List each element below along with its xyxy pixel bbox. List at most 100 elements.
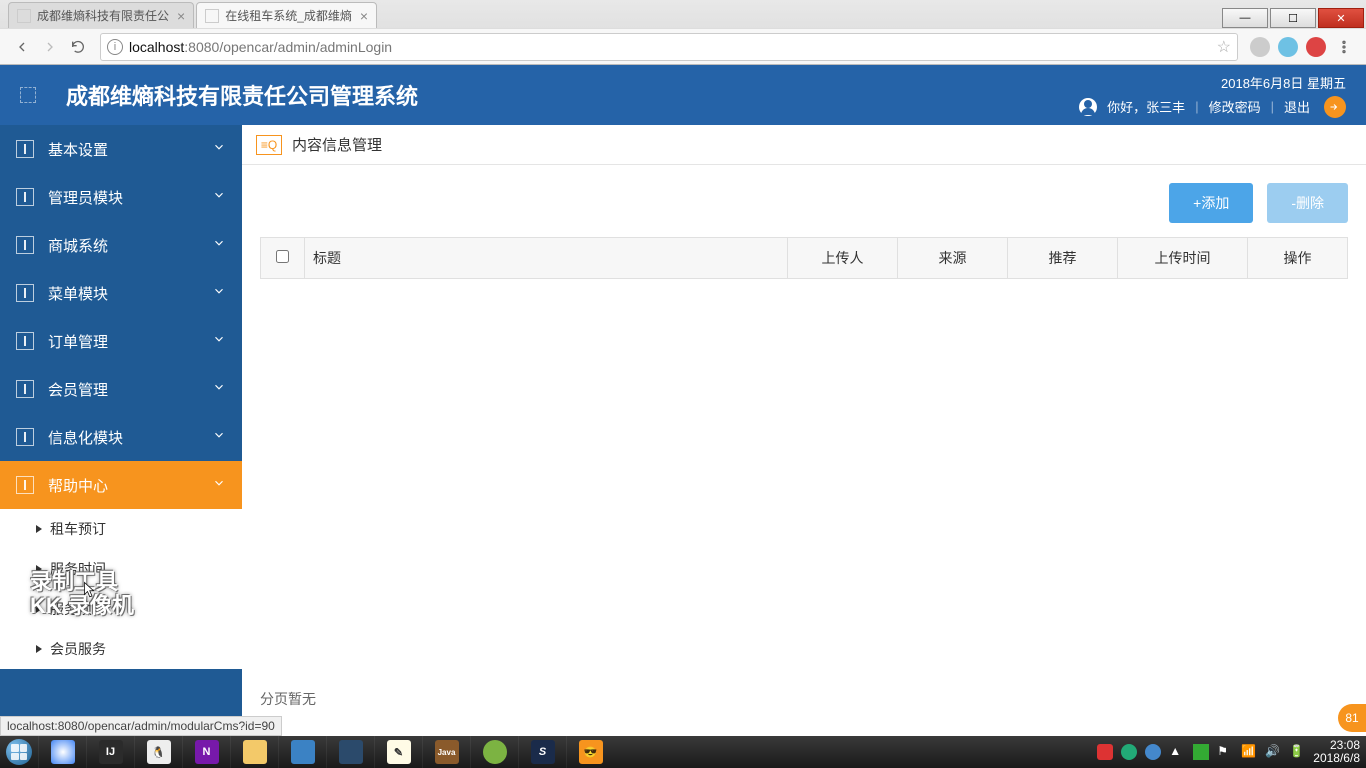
status-link: localhost:8080/opencar/admin/modularCms?… xyxy=(0,716,282,736)
chevron-down-icon xyxy=(212,476,226,494)
window-controls: — ☐ ✕ xyxy=(1222,6,1366,28)
extension-icon-3[interactable] xyxy=(1306,37,1326,57)
extension-icon-2[interactable] xyxy=(1278,37,1298,57)
action-row: +添加 -删除 xyxy=(260,183,1348,223)
select-all-checkbox[interactable] xyxy=(276,250,289,263)
info-icon[interactable]: i xyxy=(107,39,123,55)
breadcrumb-bar: ≡Q 内容信息管理 xyxy=(242,125,1366,165)
chevron-down-icon xyxy=(212,284,226,302)
tab-bar: 成都维熵科技有限责任公 × 在线租车系统_成都维熵 × — ☐ ✕ xyxy=(0,0,1366,28)
col-title: 标题 xyxy=(305,238,788,279)
back-button[interactable] xyxy=(10,35,34,59)
triangle-icon xyxy=(36,525,42,533)
menu-button[interactable] xyxy=(1332,35,1356,59)
browser-chrome: 成都维熵科技有限责任公 × 在线租车系统_成都维熵 × — ☐ ✕ i loca… xyxy=(0,0,1366,65)
logout-icon[interactable] xyxy=(1324,96,1346,118)
taskbar-app-orange[interactable]: 😎 xyxy=(566,736,614,768)
maximize-button[interactable]: ☐ xyxy=(1270,8,1316,28)
tray-network-icon[interactable]: 📶 xyxy=(1241,744,1257,760)
url-bar[interactable]: i localhost:8080/opencar/admin/adminLogi… xyxy=(100,33,1238,61)
bookmark-icon[interactable]: ☆ xyxy=(1217,37,1231,57)
forward-button[interactable] xyxy=(38,35,62,59)
logout-link[interactable]: 退出 xyxy=(1284,97,1310,116)
url-host: localhost xyxy=(129,39,184,55)
sidebar-item-mall-system[interactable]: 商城系统 xyxy=(0,221,242,269)
add-button[interactable]: +添加 xyxy=(1169,183,1253,223)
delete-button[interactable]: -删除 xyxy=(1267,183,1348,223)
chevron-down-icon xyxy=(212,380,226,398)
tray-icon[interactable] xyxy=(1097,744,1113,760)
sidebar-item-help-center[interactable]: 帮助中心 xyxy=(0,461,242,509)
taskbar-app-green[interactable] xyxy=(470,736,518,768)
sidebar-item-admin-module[interactable]: 管理员模块 xyxy=(0,173,242,221)
taskbar-app-explorer[interactable] xyxy=(230,736,278,768)
tray-icon[interactable] xyxy=(1145,744,1161,760)
greeting-text: 你好，张三丰 xyxy=(1107,97,1185,116)
subitem-service-items[interactable]: 服务项目 xyxy=(0,589,242,629)
taskbar-app-chrome[interactable] xyxy=(38,736,86,768)
sidebar-item-menu-module[interactable]: 菜单模块 xyxy=(0,269,242,317)
content-inner: +添加 -删除 标题 上传人 来源 推荐 上传时间 操作 分页暂无 xyxy=(242,165,1366,737)
tray-volume-icon[interactable]: 🔊 xyxy=(1265,744,1281,760)
sidebar-label: 基本设置 xyxy=(48,139,108,160)
taskbar-app-onenote[interactable]: N xyxy=(182,736,230,768)
subitem-label: 租车预订 xyxy=(50,519,106,539)
sidebar-label: 帮助中心 xyxy=(48,475,108,496)
reload-button[interactable] xyxy=(66,35,90,59)
tray-flag-icon[interactable]: ⚑ xyxy=(1217,744,1233,760)
sidebar-item-member-mgmt[interactable]: 会员管理 xyxy=(0,365,242,413)
menu-icon xyxy=(16,188,34,206)
subitem-service-time[interactable]: 服务时间 xyxy=(0,549,242,589)
separator: | xyxy=(1271,99,1274,114)
taskbar-app-penguin[interactable]: 🐧 xyxy=(134,736,182,768)
menu-icon xyxy=(16,380,34,398)
sidebar-item-info-module[interactable]: 信息化模块 xyxy=(0,413,242,461)
taskbar: IJ 🐧 N ✎ Java S 😎 ▲ ⚑ 📶 🔊 🔋 23:08 2018/6… xyxy=(0,736,1366,768)
tray-shield-icon[interactable] xyxy=(1193,744,1209,760)
close-icon[interactable]: × xyxy=(360,8,368,24)
taskbar-app-blue[interactable] xyxy=(278,736,326,768)
logo-icon xyxy=(20,87,36,103)
col-action: 操作 xyxy=(1248,238,1348,279)
window-close-button[interactable]: ✕ xyxy=(1318,8,1364,28)
app-title: 成都维熵科技有限责任公司管理系统 xyxy=(66,79,418,111)
app-header: 成都维熵科技有限责任公司管理系统 2018年6月8日 星期五 你好，张三丰 | … xyxy=(0,65,1366,125)
subitem-label: 服务项目 xyxy=(50,599,106,619)
menu-icon xyxy=(16,284,34,302)
sidebar-label: 订单管理 xyxy=(48,331,108,352)
taskbar-app-javaee[interactable]: Java xyxy=(422,736,470,768)
clock-date: 2018/6/8 xyxy=(1313,752,1360,765)
table-header-row: 标题 上传人 来源 推荐 上传时间 操作 xyxy=(261,238,1348,279)
sidebar-item-basic-settings[interactable]: 基本设置 xyxy=(0,125,242,173)
taskbar-app-notepad[interactable]: ✎ xyxy=(374,736,422,768)
taskbar-clock[interactable]: 23:08 2018/6/8 xyxy=(1313,739,1360,765)
col-source: 来源 xyxy=(898,238,1008,279)
change-password-link[interactable]: 修改密码 xyxy=(1209,97,1261,116)
subitem-car-booking[interactable]: 租车预订 xyxy=(0,509,242,549)
start-button[interactable] xyxy=(0,736,38,768)
list-icon: ≡Q xyxy=(256,135,282,155)
file-icon xyxy=(205,9,219,23)
taskbar-app-intellij[interactable]: IJ xyxy=(86,736,134,768)
header-user: 你好，张三丰 | 修改密码 | 退出 xyxy=(1079,96,1346,118)
sidebar-label: 会员管理 xyxy=(48,379,108,400)
floating-badge[interactable]: 81 xyxy=(1338,704,1366,732)
subitem-member-service[interactable]: 会员服务 xyxy=(0,629,242,669)
url-path: /opencar/admin/adminLogin xyxy=(219,39,392,55)
taskbar-app-monitor[interactable] xyxy=(326,736,374,768)
browser-tab-0[interactable]: 成都维熵科技有限责任公 × xyxy=(8,2,194,28)
taskbar-app-dark[interactable]: S xyxy=(518,736,566,768)
col-recommend: 推荐 xyxy=(1008,238,1118,279)
browser-tab-1[interactable]: 在线租车系统_成都维熵 × xyxy=(196,2,377,28)
tray-icon[interactable] xyxy=(1121,744,1137,760)
close-icon[interactable]: × xyxy=(177,8,185,24)
triangle-icon xyxy=(36,605,42,613)
tray-up-icon[interactable]: ▲ xyxy=(1169,744,1185,760)
menu-icon xyxy=(16,140,34,158)
tray-battery-icon[interactable]: 🔋 xyxy=(1289,744,1305,760)
data-table: 标题 上传人 来源 推荐 上传时间 操作 xyxy=(260,237,1348,279)
system-tray: ▲ ⚑ 📶 🔊 🔋 23:08 2018/6/8 xyxy=(1097,739,1366,765)
minimize-button[interactable]: — xyxy=(1222,8,1268,28)
sidebar-item-order-mgmt[interactable]: 订单管理 xyxy=(0,317,242,365)
extension-icon-1[interactable] xyxy=(1250,37,1270,57)
